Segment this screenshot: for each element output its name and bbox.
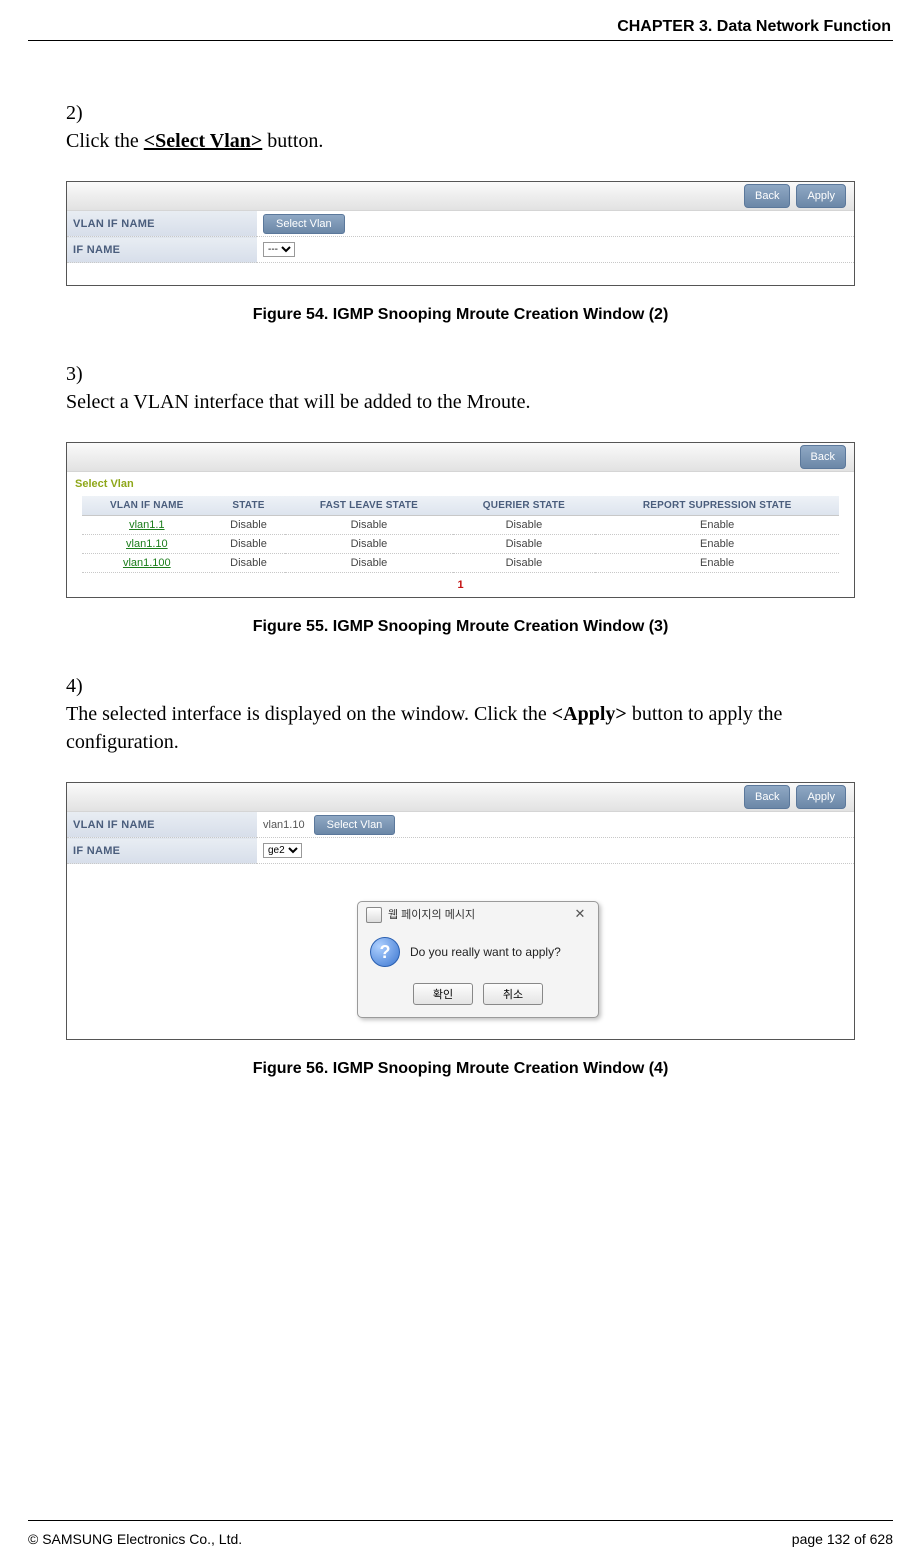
col-state: STATE	[212, 496, 286, 516]
step-4-pre: The selected interface is displayed on t…	[66, 703, 552, 725]
dialog-title: 웹 페이지의 메시지	[388, 909, 475, 921]
vlan-if-name-value: vlan1.10	[263, 819, 305, 831]
if-name-select[interactable]: ---	[263, 242, 295, 257]
step-text: The selected interface is displayed on t…	[66, 700, 826, 756]
apply-button[interactable]: Apply	[796, 184, 846, 208]
step-num: 3)	[66, 360, 100, 388]
table-header-row: VLAN IF NAME STATE FAST LEAVE STATE QUER…	[82, 496, 839, 516]
vlan-link[interactable]: vlan1.1	[82, 516, 212, 535]
vlan-link[interactable]: vlan1.10	[82, 535, 212, 554]
fig55-toolbar: Back	[67, 443, 854, 472]
dialog-title-wrap: 웹 페이지의 메시지	[366, 906, 475, 923]
cell-fast: Disable	[285, 535, 452, 554]
figure-54-caption: Figure 54. IGMP Snooping Mroute Creation…	[66, 306, 855, 324]
cell-fast: Disable	[285, 554, 452, 573]
step-2: 2) Click the <Select Vlan> button.	[66, 99, 855, 155]
step-text: Click the <Select Vlan> button.	[66, 127, 826, 155]
footer-left: © SAMSUNG Electronics Co., Ltd.	[28, 1531, 242, 1547]
if-name-cell: ge2	[257, 838, 854, 864]
step-4: 4) The selected interface is displayed o…	[66, 672, 855, 756]
step-text: Select a VLAN interface that will be add…	[66, 388, 826, 416]
fig56-form: VLAN IF NAME vlan1.10 Select Vlan IF NAM…	[67, 812, 854, 864]
dialog-body: ? Do you really want to apply?	[358, 923, 598, 977]
cell-fast: Disable	[285, 516, 452, 535]
pager[interactable]: 1	[67, 573, 854, 593]
vlan-if-name-cell: Select Vlan	[257, 211, 854, 237]
vlan-if-name-label: VLAN IF NAME	[67, 211, 257, 237]
col-vlan: VLAN IF NAME	[82, 496, 212, 516]
vlan-link[interactable]: vlan1.100	[82, 554, 212, 573]
table-row: vlan1.1 Disable Disable Disable Enable	[82, 516, 839, 535]
if-name-label: IF NAME	[67, 838, 257, 864]
step-4-bold: <Apply>	[552, 703, 627, 725]
cell-querier: Disable	[453, 554, 596, 573]
figure-56: Back Apply VLAN IF NAME vlan1.10 Select …	[66, 782, 855, 1040]
dialog-buttons: 확인 취소	[358, 977, 598, 1017]
dialog-titlebar: 웹 페이지의 메시지 ✕	[358, 902, 598, 923]
if-name-select[interactable]: ge2	[263, 843, 302, 858]
step-2-bold: <Select Vlan>	[144, 130, 263, 152]
col-report: REPORT SUPRESSION STATE	[595, 496, 839, 516]
close-icon[interactable]: ✕	[570, 907, 590, 923]
ok-button[interactable]: 확인	[413, 983, 473, 1005]
page-footer: © SAMSUNG Electronics Co., Ltd. page 132…	[28, 1531, 893, 1547]
cell-querier: Disable	[453, 516, 596, 535]
cancel-button[interactable]: 취소	[483, 983, 543, 1005]
vlan-if-name-label: VLAN IF NAME	[67, 812, 257, 838]
fig54-form: VLAN IF NAME Select Vlan IF NAME ---	[67, 211, 854, 263]
table-row: vlan1.10 Disable Disable Disable Enable	[82, 535, 839, 554]
cell-state: Disable	[212, 554, 286, 573]
step-2-post: button.	[262, 130, 323, 152]
step-num: 2)	[66, 99, 100, 127]
select-vlan-button[interactable]: Select Vlan	[314, 815, 396, 835]
footer-rule	[28, 1520, 893, 1521]
cell-state: Disable	[212, 516, 286, 535]
back-button[interactable]: Back	[800, 445, 846, 469]
back-button[interactable]: Back	[744, 184, 790, 208]
table-row: vlan1.100 Disable Disable Disable Enable	[82, 554, 839, 573]
fig56-toolbar: Back Apply	[67, 783, 854, 812]
header-rule	[28, 40, 893, 41]
confirm-dialog: 웹 페이지의 메시지 ✕ ? Do you really want to app…	[357, 901, 599, 1018]
if-name-cell: ---	[257, 237, 854, 263]
dialog-message: Do you really want to apply?	[410, 945, 561, 959]
select-vlan-title: Select Vlan	[67, 472, 854, 496]
page-icon	[366, 907, 382, 923]
figure-56-caption: Figure 56. IGMP Snooping Mroute Creation…	[66, 1060, 855, 1078]
vlan-table: VLAN IF NAME STATE FAST LEAVE STATE QUER…	[82, 496, 839, 573]
figure-55-caption: Figure 55. IGMP Snooping Mroute Creation…	[66, 618, 855, 636]
page-header: CHAPTER 3. Data Network Function	[28, 18, 893, 40]
back-button[interactable]: Back	[744, 785, 790, 809]
col-fast: FAST LEAVE STATE	[285, 496, 452, 516]
cell-report: Enable	[595, 554, 839, 573]
cell-report: Enable	[595, 535, 839, 554]
select-vlan-button[interactable]: Select Vlan	[263, 214, 345, 234]
cell-state: Disable	[212, 535, 286, 554]
step-3: 3) Select a VLAN interface that will be …	[66, 360, 855, 416]
col-querier: QUERIER STATE	[453, 496, 596, 516]
question-icon: ?	[370, 937, 400, 967]
apply-button[interactable]: Apply	[796, 785, 846, 809]
cell-querier: Disable	[453, 535, 596, 554]
figure-54: Back Apply VLAN IF NAME Select Vlan IF N…	[66, 181, 855, 286]
vlan-if-name-cell: vlan1.10 Select Vlan	[257, 812, 854, 838]
footer-right: page 132 of 628	[792, 1531, 893, 1547]
step-num: 4)	[66, 672, 100, 700]
if-name-label: IF NAME	[67, 237, 257, 263]
cell-report: Enable	[595, 516, 839, 535]
fig54-toolbar: Back Apply	[67, 182, 854, 211]
step-2-pre: Click the	[66, 130, 144, 152]
figure-55: Back Select Vlan VLAN IF NAME STATE FAST…	[66, 442, 855, 598]
